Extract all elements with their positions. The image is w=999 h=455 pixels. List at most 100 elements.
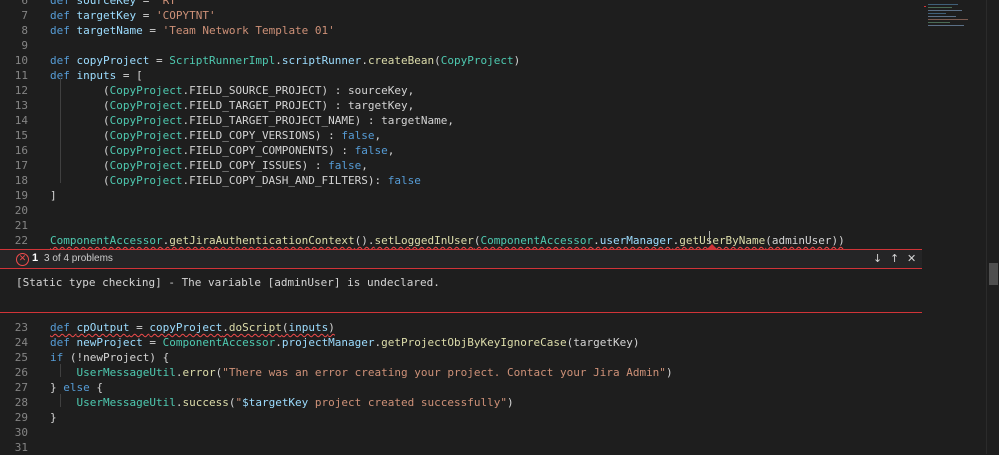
code-line[interactable]: 8 def targetName = 'Team Network Template… [0, 23, 922, 38]
code-line[interactable]: 20 [0, 203, 922, 218]
close-icon[interactable]: ✕ [907, 252, 916, 265]
line-number: 18 [14, 174, 28, 187]
code-token: false [328, 159, 362, 172]
code-line[interactable]: 16 (CopyProject.FIELD_COPY_COMPONENTS) :… [0, 143, 922, 158]
code-token: getUserByName [679, 234, 766, 247]
line-number: 16 [14, 144, 28, 157]
code-token: success [182, 396, 229, 409]
code-line[interactable]: 14 (CopyProject.FIELD_TARGET_PROJECT_NAM… [0, 113, 922, 128]
code-text: (CopyProject.FIELD_COPY_ISSUES) : false, [50, 158, 368, 173]
code-token: CopyProject [440, 54, 514, 67]
line-number: 9 [21, 39, 28, 52]
code-text: (CopyProject.FIELD_SOURCE_PROJECT) : sou… [50, 83, 414, 98]
indent-guide [60, 364, 61, 377]
minimap[interactable] [922, 0, 986, 454]
code-line[interactable]: 10 def copyProject = ScriptRunnerImpl.scr… [0, 53, 922, 68]
code-token: projectManager [281, 336, 375, 349]
peek-header: ✕ 1 3 of 4 problems ↓ ↑ ✕ [0, 250, 922, 269]
code-editor[interactable]: 6 def sourceKey = 'RT' 7 def targetKey = 'C… [0, 0, 999, 454]
line-number: 6 [21, 0, 28, 7]
code-token: 'COPYTNT' [155, 9, 216, 22]
minimap-line [928, 4, 958, 5]
code-token: .FIELD_SOURCE_PROJECT) : sourceKey, [182, 84, 415, 97]
code-token: .FIELD_COPY_VERSIONS) : [182, 129, 342, 142]
code-token: . [593, 234, 600, 247]
code-token: ( [50, 174, 110, 187]
line-number: 28 [14, 396, 28, 409]
code-token: .FIELD_COPY_ISSUES) : [182, 159, 329, 172]
code-line[interactable]: 27} else { [0, 380, 922, 395]
code-line[interactable]: 9 [0, 38, 922, 53]
code-line[interactable]: 21 [0, 218, 922, 233]
code-token: CopyProject [109, 99, 183, 112]
code-line[interactable]: 15 (CopyProject.FIELD_COPY_VERSIONS) : f… [0, 128, 922, 143]
code-line[interactable]: 24 def newProject = ComponentAccessor.pro… [0, 335, 922, 350]
code-text: ] [50, 188, 57, 203]
code-token: false [387, 174, 421, 187]
code-token: . [275, 54, 282, 67]
code-token: targetKey [76, 9, 137, 22]
code-token: def [50, 0, 77, 7]
code-line[interactable]: 11 def inputs = [ [0, 68, 922, 83]
code-token: = [129, 321, 150, 334]
code-token: UserMessageUtil [76, 396, 176, 409]
code-token: getJiraAuthenticationContext [169, 234, 355, 247]
code-line[interactable]: 17 (CopyProject.FIELD_COPY_ISSUES) : fal… [0, 158, 922, 173]
minimap-line [928, 22, 950, 23]
code-line[interactable]: 22 ComponentAccessor. getJiraAuthenticatio… [0, 233, 922, 248]
line-number: 17 [14, 159, 28, 172]
code-token: def [50, 336, 77, 349]
code-token: ComponentAccessor [480, 234, 594, 247]
arrow-up-icon[interactable]: ↑ [890, 252, 899, 265]
code-line[interactable]: 19] [0, 188, 922, 203]
code-line[interactable]: 30 [0, 425, 922, 440]
code-line[interactable]: 18 (CopyProject.FIELD_COPY_DASH_AND_FILT… [0, 173, 922, 188]
code-token: } [50, 381, 64, 394]
line-number: 15 [14, 129, 28, 142]
code-text: (CopyProject.FIELD_TARGET_PROJECT) : tar… [50, 98, 414, 113]
code-line[interactable]: 25 if (!newProject) { [0, 350, 922, 365]
code-token: project created successfully" [308, 396, 507, 409]
code-token: ScriptRunnerImpl [169, 54, 276, 67]
code-text: def cpOutput = copyProject.doScript(inpu… [50, 320, 335, 335]
line-number: 12 [14, 84, 28, 97]
code-token: 'Team Network Template 01' [162, 24, 335, 37]
code-line[interactable]: 29} [0, 410, 922, 425]
code-text: def targetKey = 'COPYTNT' [50, 8, 216, 23]
code-token: = [136, 0, 156, 7]
code-text: ComponentAccessor. getJiraAuthenticationC… [50, 233, 845, 248]
code-text: } [50, 410, 57, 425]
code-line[interactable]: 26 UserMessageUtil.error("There was an e… [0, 365, 922, 380]
code-line[interactable]: 31 [0, 440, 922, 455]
code-token: def [50, 321, 77, 334]
code-text: def sourceKey = 'RT' [50, 0, 182, 8]
code-text: (CopyProject.FIELD_COPY_VERSIONS) : fals… [50, 128, 381, 143]
code-token: ) [328, 321, 335, 334]
code-token: sourceKey [76, 0, 137, 7]
code-token: CopyProject [109, 174, 183, 187]
code-token: CopyProject [109, 159, 183, 172]
code-text: UserMessageUtil.error("There was an erro… [50, 365, 673, 380]
code-token: ( [50, 144, 110, 157]
code-text: (CopyProject.FIELD_TARGET_PROJECT_NAME) … [50, 113, 454, 128]
arrow-down-icon[interactable]: ↓ [873, 252, 882, 265]
code-line[interactable]: 12 (CopyProject.FIELD_SOURCE_PROJECT) : … [0, 83, 922, 98]
code-token: CopyProject [109, 84, 183, 97]
code-token: { [89, 381, 103, 394]
code-token: copyProject [149, 321, 223, 334]
scrollbar-thumb[interactable] [989, 263, 998, 285]
code-token: . [275, 336, 282, 349]
code-token: , [387, 144, 395, 157]
code-line[interactable]: 28 UserMessageUtil.success("$targetKey p… [0, 395, 922, 410]
code-token: $targetKey [242, 396, 309, 409]
code-token: inputs [76, 69, 117, 82]
vertical-scrollbar[interactable] [986, 0, 999, 454]
code-token: (). [354, 234, 375, 247]
line-number: 8 [21, 24, 28, 37]
code-line[interactable]: 7 def targetKey = 'COPYTNT' [0, 8, 922, 23]
line-number: 25 [14, 351, 28, 364]
code-line[interactable]: 13 (CopyProject.FIELD_TARGET_PROJECT) : … [0, 98, 922, 113]
code-line[interactable]: 23 def cpOutput = copyProject.doScript(in… [0, 320, 922, 335]
code-line[interactable]: 6 def sourceKey = 'RT' [0, 0, 922, 8]
